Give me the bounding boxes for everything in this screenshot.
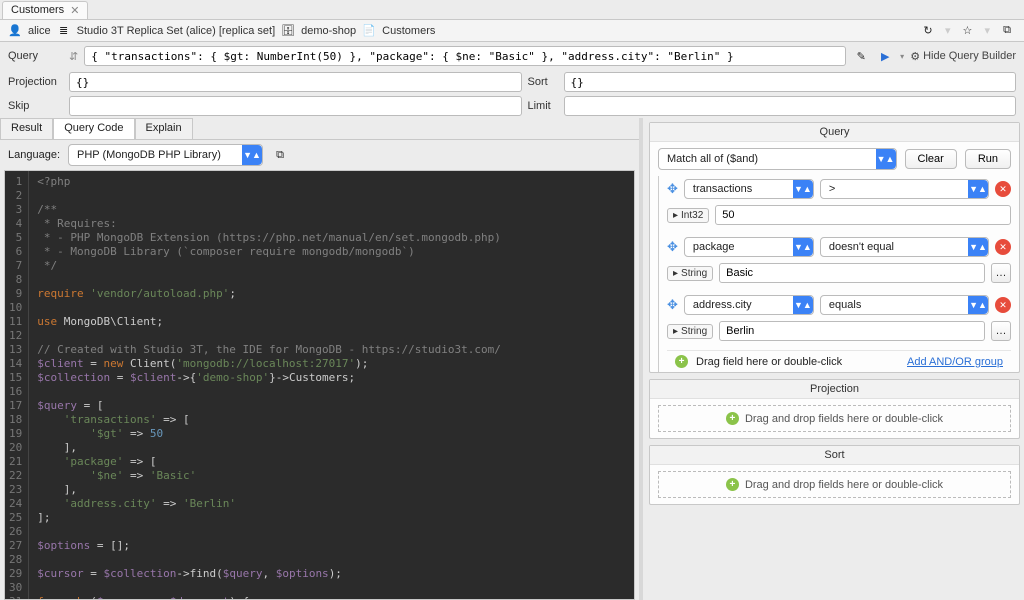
delete-icon[interactable]: ✕ — [995, 181, 1011, 197]
delete-icon[interactable]: ✕ — [995, 297, 1011, 313]
value-input-50[interactable] — [715, 205, 1011, 225]
value-input-basic[interactable] — [719, 263, 985, 283]
op-select-gt[interactable]: > ▼▲ — [820, 179, 989, 199]
query-label: Query — [8, 50, 63, 62]
skip-limit-row: Skip Limit — [0, 94, 1024, 118]
move-icon[interactable]: ✥ — [667, 297, 678, 313]
projection-title: Projection — [650, 380, 1019, 399]
server-icon: ≣ — [57, 24, 71, 38]
chevron-down-icon: ▼▲ — [242, 145, 262, 165]
dropdown-icon[interactable]: ⇵ — [69, 50, 78, 63]
field-select-transactions[interactable]: transactions ▼▲ — [684, 179, 814, 199]
gutter: 1 2 3 4 5 6 7 8 9 10 11 12 13 14 15 16 1… — [5, 171, 29, 599]
chevron-down-icon: ▼▲ — [793, 238, 813, 256]
add-icon: + — [726, 412, 739, 425]
projection-input[interactable] — [69, 72, 522, 92]
breadcrumb-coll[interactable]: Customers — [382, 25, 435, 37]
database-icon: 🗄 — [281, 24, 295, 38]
query-panel-title: Query — [650, 123, 1019, 142]
skip-input[interactable] — [69, 96, 522, 116]
close-icon[interactable]: ✕ — [70, 4, 79, 17]
copy-code-icon[interactable]: ⧉ — [271, 146, 289, 164]
tab-explain[interactable]: Explain — [135, 118, 193, 139]
chevron-down-icon: ▼▲ — [968, 296, 988, 314]
chevron-down-icon: ▼▲ — [793, 180, 813, 198]
chevron-down-icon: ▼▲ — [968, 238, 988, 256]
language-row: Language: PHP (MongoDB PHP Library) ▼▲ ⧉ — [0, 140, 639, 170]
field-select-address-city[interactable]: address.city ▼▲ — [684, 295, 814, 315]
chevron-down-icon: ▼▲ — [876, 149, 896, 169]
limit-input[interactable] — [564, 96, 1017, 116]
code-editor[interactable]: 1 2 3 4 5 6 7 8 9 10 11 12 13 14 15 16 1… — [4, 170, 635, 600]
edit-icon[interactable]: ✎ — [852, 47, 870, 65]
chevron-down-icon: ▼▲ — [793, 296, 813, 314]
sort-panel: Sort + Drag and drop fields here or doub… — [649, 445, 1020, 505]
field-select-package[interactable]: package ▼▲ — [684, 237, 814, 257]
add-icon[interactable]: + — [675, 355, 688, 368]
skip-label: Skip — [8, 100, 63, 112]
breadcrumb-db[interactable]: demo-shop — [301, 25, 356, 37]
add-icon: + — [726, 478, 739, 491]
drag-hint: Drag field here or double-click — [696, 356, 842, 368]
type-int32[interactable]: ▸ Int32 — [667, 208, 709, 223]
clear-button[interactable]: Clear — [905, 149, 957, 169]
user-icon: 👤 — [8, 24, 22, 38]
move-icon[interactable]: ✥ — [667, 181, 678, 197]
projection-sort-row: Projection Sort — [0, 70, 1024, 94]
value-input-berlin[interactable] — [719, 321, 985, 341]
limit-label: Limit — [528, 100, 558, 112]
code-body: <?php /** * Requires: * - PHP MongoDB Ex… — [29, 171, 634, 599]
wand-icon: ⚙ — [910, 50, 920, 63]
tab-querycode[interactable]: Query Code — [53, 118, 134, 139]
op-select-ne[interactable]: doesn't equal ▼▲ — [820, 237, 989, 257]
language-label: Language: — [8, 149, 60, 161]
query-input[interactable] — [84, 46, 846, 66]
move-icon[interactable]: ✥ — [667, 239, 678, 255]
chevron-down-icon: ▼▲ — [968, 180, 988, 198]
sort-title: Sort — [650, 446, 1019, 465]
more-icon[interactable]: … — [991, 321, 1011, 341]
language-select[interactable]: PHP (MongoDB PHP Library) ▼▲ — [68, 144, 263, 166]
match-mode-select[interactable]: Match all of ($and) ▼▲ — [658, 148, 897, 170]
breadcrumb-user[interactable]: alice — [28, 25, 51, 37]
copy-icon[interactable]: ⧉ — [998, 22, 1016, 40]
play-icon[interactable]: ▶ — [876, 47, 894, 65]
op-select-eq[interactable]: equals ▼▲ — [820, 295, 989, 315]
more-icon[interactable]: … — [991, 263, 1011, 283]
tab-result[interactable]: Result — [0, 118, 53, 139]
type-string[interactable]: ▸ String — [667, 266, 713, 281]
type-string[interactable]: ▸ String — [667, 324, 713, 339]
query-row: Query ⇵ ✎ ▶▾ ⚙ Hide Query Builder — [0, 42, 1024, 70]
run-button[interactable]: Run — [965, 149, 1011, 169]
tab-label: Customers — [11, 4, 64, 16]
query-panel: Query Match all of ($and) ▼▲ Clear Run ✥… — [649, 122, 1020, 373]
refresh-icon[interactable]: ↻ — [919, 22, 937, 40]
sort-label: Sort — [528, 76, 558, 88]
hide-query-builder[interactable]: ⚙ Hide Query Builder — [910, 50, 1016, 63]
delete-icon[interactable]: ✕ — [995, 239, 1011, 255]
projection-panel: Projection + Drag and drop fields here o… — [649, 379, 1020, 439]
add-and-or-link[interactable]: Add AND/OR group — [907, 356, 1003, 368]
result-tabs: Result Query Code Explain — [0, 118, 639, 140]
collection-icon: 📄 — [362, 24, 376, 38]
star-icon[interactable]: ☆ — [958, 22, 976, 40]
breadcrumb-conn[interactable]: Studio 3T Replica Set (alice) [replica s… — [77, 25, 276, 37]
sort-dropzone[interactable]: + Drag and drop fields here or double-cl… — [658, 471, 1011, 498]
tab-customers[interactable]: Customers ✕ — [2, 1, 88, 19]
projection-dropzone[interactable]: + Drag and drop fields here or double-cl… — [658, 405, 1011, 432]
breadcrumb: 👤 alice ≣ Studio 3T Replica Set (alice) … — [0, 20, 1024, 42]
projection-label: Projection — [8, 76, 63, 88]
sort-input[interactable] — [564, 72, 1017, 92]
window-tabbar: Customers ✕ — [0, 0, 1024, 20]
